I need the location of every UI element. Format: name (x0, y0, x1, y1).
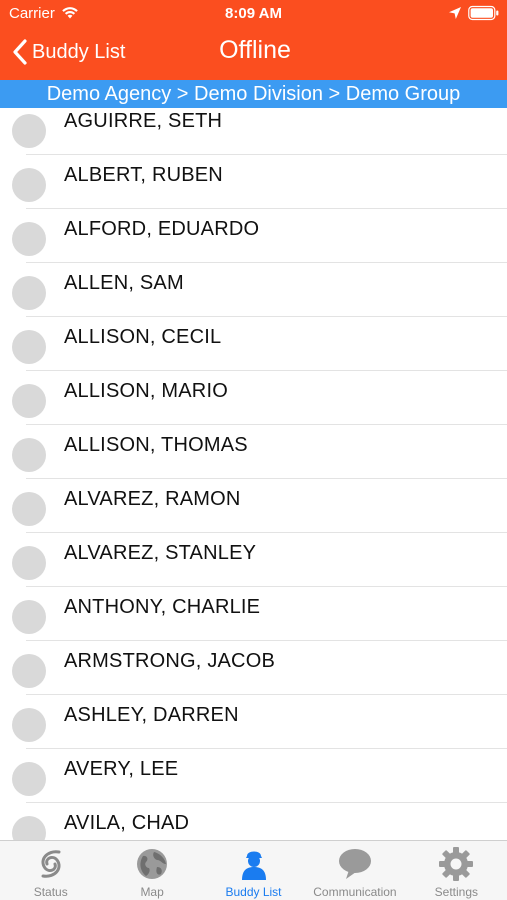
buddy-row[interactable]: ALLISON, MARIO (0, 371, 507, 425)
offline-status-dot (12, 492, 46, 526)
tab-settings[interactable]: Settings (406, 841, 507, 900)
buddy-row[interactable]: ALLEN, SAM (0, 263, 507, 317)
status-swirl-icon (41, 850, 61, 878)
buddy-name: ALLISON, CECIL (64, 326, 222, 348)
tab-status[interactable]: Status (0, 841, 101, 900)
buddy-row[interactable]: ASHLEY, DARREN (0, 695, 507, 749)
offline-status-dot (12, 546, 46, 580)
buddy-row[interactable]: ALBERT, RUBEN (0, 155, 507, 209)
offline-status-dot (12, 600, 46, 634)
screen: Carrier 8:09 AM Buddy List Offline Demo … (0, 0, 507, 900)
tab-label: Status (33, 885, 68, 899)
speech-bubble-icon (338, 849, 371, 879)
buddy-row[interactable]: ALVAREZ, RAMON (0, 479, 507, 533)
tab-communication[interactable]: Communication (304, 841, 405, 900)
offline-status-dot (12, 114, 46, 148)
offline-status-dot (12, 222, 46, 256)
tab-label: Settings (434, 885, 478, 899)
chevron-left-icon (13, 39, 27, 65)
buddy-name: ASHLEY, DARREN (64, 704, 239, 726)
person-icon (241, 851, 266, 880)
offline-status-dot (12, 168, 46, 202)
buddy-row[interactable]: ALFORD, EDUARDO (0, 209, 507, 263)
offline-status-dot (12, 330, 46, 364)
buddy-row[interactable]: ARMSTRONG, JACOB (0, 641, 507, 695)
top-bar: Carrier 8:09 AM Buddy List Offline (0, 0, 507, 80)
gear-icon (439, 847, 474, 881)
buddy-list: AGUIRRE, SETH ALBERT, RUBEN ALFORD, EDUARD… (0, 108, 507, 840)
offline-status-dot (12, 816, 46, 840)
buddy-name: ARMSTRONG, JACOB (64, 650, 275, 672)
clock: 8:09 AM (225, 5, 282, 22)
tab-buddy-list[interactable]: Buddy List (203, 841, 304, 900)
tab-bar: Status Map Buddy List Communication Sett… (0, 840, 507, 900)
buddy-row[interactable]: AGUIRRE, SETH (0, 108, 507, 155)
status-bar: Carrier 8:09 AM (0, 0, 507, 28)
offline-status-dot (12, 762, 46, 796)
globe-icon (137, 849, 168, 879)
buddy-name: ALBERT, RUBEN (64, 164, 223, 186)
breadcrumb: Demo Agency > Demo Division > Demo Group (0, 80, 507, 108)
buddy-row[interactable]: ALLISON, CECIL (0, 317, 507, 371)
tab-label: Communication (313, 885, 397, 899)
buddy-row[interactable]: ALVAREZ, STANLEY (0, 533, 507, 587)
buddy-row[interactable]: AVILA, CHAD (0, 803, 507, 840)
tab-map[interactable]: Map (101, 841, 202, 900)
back-label: Buddy List (32, 40, 126, 63)
location-arrow-icon (449, 7, 461, 19)
buddy-name: ALLISON, THOMAS (64, 434, 248, 456)
battery-icon (468, 5, 499, 21)
buddy-name: ALLISON, MARIO (64, 380, 228, 402)
buddy-row[interactable]: ANTHONY, CHARLIE (0, 587, 507, 641)
buddy-name: AGUIRRE, SETH (64, 110, 223, 132)
offline-status-dot (12, 708, 46, 742)
buddy-name: ALVAREZ, RAMON (64, 488, 241, 510)
buddy-name: AVERY, LEE (64, 758, 179, 780)
buddy-row[interactable]: ALLISON, THOMAS (0, 425, 507, 479)
offline-status-dot (12, 438, 46, 472)
buddy-name: ALLEN, SAM (64, 272, 184, 294)
buddy-row[interactable]: AVERY, LEE (0, 749, 507, 803)
tab-label: Buddy List (225, 885, 282, 899)
offline-status-dot (12, 384, 46, 418)
buddy-name: ALFORD, EDUARDO (64, 218, 260, 240)
buddy-name: ANTHONY, CHARLIE (64, 596, 261, 618)
page-title: Offline (219, 36, 291, 64)
offline-status-dot (12, 654, 46, 688)
tab-label: Map (140, 885, 164, 899)
buddy-name: ALVAREZ, STANLEY (64, 542, 257, 564)
back-button[interactable]: Buddy List (12, 36, 125, 68)
offline-status-dot (12, 276, 46, 310)
buddy-name: AVILA, CHAD (64, 812, 190, 834)
